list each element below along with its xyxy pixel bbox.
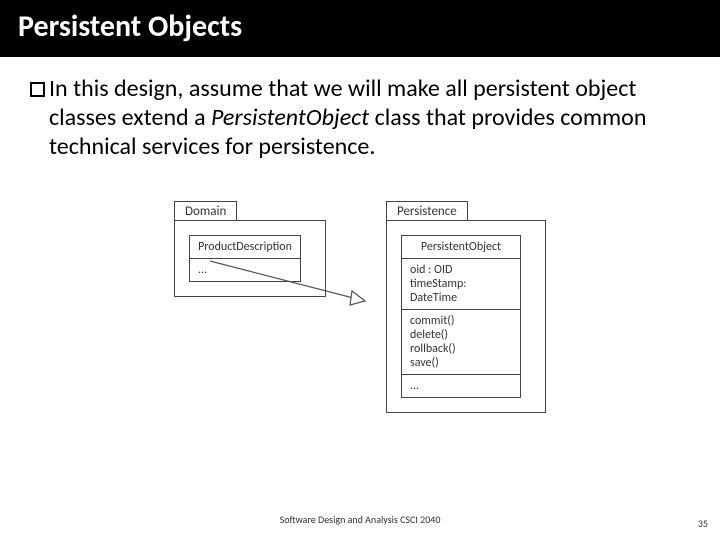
uml-op: commit() <box>410 314 512 328</box>
uml-class-persistentobject: PersistentObject oid : OID timeStamp: Da… <box>401 235 521 398</box>
package-domain: Domain ProductDescription ... <box>174 201 326 413</box>
slide-title: Persistent Objects <box>18 8 702 45</box>
package-domain-body: ProductDescription ... <box>174 220 326 297</box>
title-bar: Persistent Objects <box>0 0 720 57</box>
uml-class-productdescription-ellipsis: ... <box>190 259 300 281</box>
page-number: 35 <box>698 517 708 530</box>
uml-diagram: Domain ProductDescription ... Persistenc… <box>30 201 690 413</box>
uml-class-productdescription-name: ProductDescription <box>190 236 300 259</box>
uml-attr: oid : OID <box>410 263 512 277</box>
uml-class-persistentobject-ops: commit() delete() rollback() save() <box>402 310 520 375</box>
body-text: In this design, assume that we will make… <box>49 75 690 161</box>
uml-class-persistentobject-attrs: oid : OID timeStamp: DateTime <box>402 259 520 310</box>
uml-class-persistentobject-ellipsis: ... <box>402 375 520 397</box>
bullet-box-icon <box>30 82 45 97</box>
package-persistence-label: Persistence <box>386 201 468 220</box>
body-prefix: In <box>49 74 68 103</box>
uml-op: rollback() <box>410 342 512 356</box>
uml-attr: timeStamp: <box>410 277 512 291</box>
uml-op: save() <box>410 356 512 370</box>
uml-class-productdescription: ProductDescription ... <box>189 235 301 282</box>
body-area: In this design, assume that we will make… <box>0 57 720 413</box>
package-domain-label: Domain <box>174 201 237 220</box>
package-persistence-body: PersistentObject oid : OID timeStamp: Da… <box>386 220 546 413</box>
generalization-arrow-icon <box>0 201 720 501</box>
uml-op: delete() <box>410 328 512 342</box>
body-classname: PersistentObject <box>211 103 369 132</box>
bullet-row: In this design, assume that we will make… <box>30 75 690 161</box>
footer-text: Software Design and Analysis CSCI 2040 <box>0 513 720 526</box>
uml-attr: DateTime <box>410 291 512 305</box>
package-persistence: Persistence PersistentObject oid : OID t… <box>386 201 546 413</box>
uml-class-persistentobject-name: PersistentObject <box>402 236 520 259</box>
